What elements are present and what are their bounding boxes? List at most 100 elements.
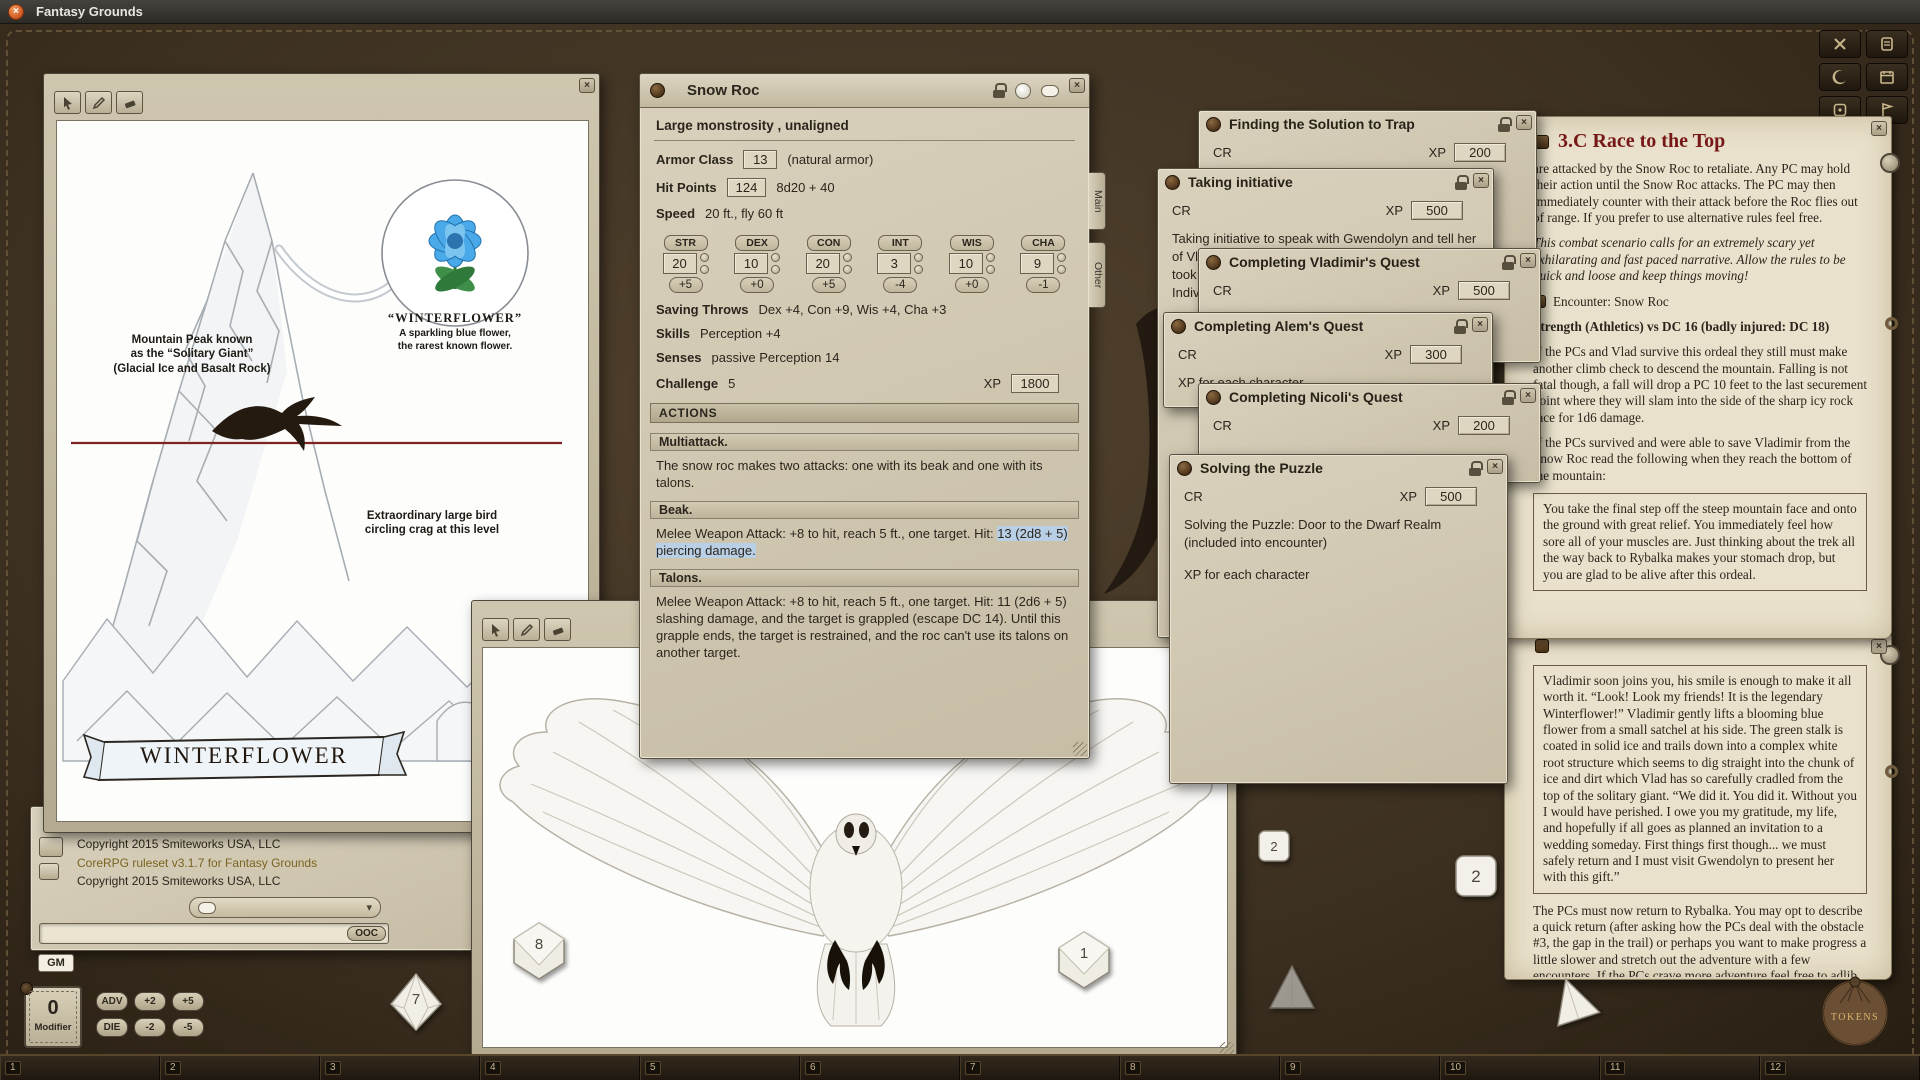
chat-archive-box-icon[interactable] bbox=[39, 837, 63, 857]
lock-icon[interactable] bbox=[1502, 390, 1514, 405]
titlebar-close-button[interactable]: × bbox=[8, 4, 24, 20]
link-icon[interactable] bbox=[1206, 117, 1221, 132]
xp-field[interactable]: 500 bbox=[1458, 281, 1510, 300]
d6-die[interactable]: 2 bbox=[1257, 829, 1291, 868]
lock-icon[interactable] bbox=[1455, 175, 1467, 190]
ability-check-roll-icon[interactable] bbox=[700, 253, 709, 262]
hotkey-slot-7[interactable]: 7 bbox=[960, 1056, 1120, 1080]
d6-die[interactable]: 2 bbox=[1453, 853, 1499, 904]
chat-page-icon[interactable] bbox=[39, 863, 59, 880]
story-link-icon[interactable] bbox=[1535, 639, 1549, 653]
link-icon[interactable] bbox=[1206, 255, 1221, 270]
lock-icon[interactable] bbox=[1498, 117, 1510, 132]
close-icon[interactable]: × bbox=[1472, 317, 1488, 332]
d8-die[interactable]: 8 bbox=[512, 921, 566, 986]
hotkey-slot-4[interactable]: 4 bbox=[480, 1056, 640, 1080]
link-icon[interactable] bbox=[1177, 461, 1192, 476]
ability-check-roll-icon[interactable] bbox=[771, 253, 780, 262]
npc-sheet-header[interactable]: Snow Roc bbox=[640, 74, 1089, 108]
token-slot[interactable] bbox=[1015, 83, 1031, 99]
tab-main[interactable]: Main bbox=[1089, 172, 1106, 230]
close-icon[interactable]: × bbox=[1516, 115, 1532, 130]
ac-field[interactable]: 13 bbox=[743, 150, 777, 169]
ability-save-roll-icon[interactable] bbox=[914, 265, 923, 274]
modifier-box[interactable]: 0 Modifier bbox=[24, 986, 82, 1048]
tab-other[interactable]: Other bbox=[1089, 242, 1106, 308]
hotkey-slot-11[interactable]: 11 bbox=[1600, 1056, 1760, 1080]
d4-die[interactable] bbox=[1266, 962, 1318, 1017]
gm-identity-chip[interactable]: GM bbox=[38, 954, 74, 972]
quest-header[interactable]: Solving the Puzzle bbox=[1170, 455, 1507, 481]
ability-mod[interactable]: -4 bbox=[883, 277, 917, 293]
ooc-button[interactable]: OOC bbox=[347, 926, 386, 941]
ability-save-roll-icon[interactable] bbox=[1057, 265, 1066, 274]
ability-score[interactable]: 3 bbox=[877, 253, 911, 274]
quest-header[interactable]: Completing Vladimir's Quest bbox=[1199, 249, 1540, 275]
d8-die[interactable]: 1 bbox=[1057, 930, 1111, 995]
quest-header[interactable]: Completing Alem's Quest bbox=[1164, 313, 1492, 339]
quest-header[interactable]: Finding the Solution to Trap bbox=[1199, 111, 1536, 137]
quest-header[interactable]: Completing Nicoli's Quest bbox=[1199, 384, 1540, 410]
close-icon[interactable]: × bbox=[1487, 459, 1503, 474]
hotkey-slot-1[interactable]: 1 bbox=[0, 1056, 160, 1080]
close-icon[interactable]: × bbox=[1473, 173, 1489, 188]
quest-header[interactable]: Taking initiative bbox=[1158, 169, 1493, 195]
d10-die[interactable]: 7 bbox=[388, 972, 444, 1037]
die-button[interactable]: DIE bbox=[96, 1018, 128, 1037]
story-link-icon[interactable] bbox=[1535, 135, 1549, 149]
minus2-button[interactable]: -2 bbox=[134, 1018, 166, 1037]
tokens-bag[interactable]: TOKENS bbox=[1818, 973, 1892, 1047]
link-icon[interactable] bbox=[1206, 390, 1221, 405]
link-icon[interactable] bbox=[1171, 319, 1186, 334]
lock-icon[interactable] bbox=[1454, 319, 1466, 334]
pencil-tool-icon[interactable] bbox=[85, 91, 112, 114]
adv-button[interactable]: ADV bbox=[96, 992, 128, 1011]
ability-mod[interactable]: -1 bbox=[1026, 277, 1060, 293]
pencil-tool-icon[interactable] bbox=[513, 618, 540, 641]
pointer-tool-icon[interactable] bbox=[54, 91, 81, 114]
ability-mod[interactable]: +0 bbox=[955, 277, 989, 293]
hotkey-slot-5[interactable]: 5 bbox=[640, 1056, 800, 1080]
ability-check-roll-icon[interactable] bbox=[1057, 253, 1066, 262]
ability-save-roll-icon[interactable] bbox=[843, 265, 852, 274]
resize-grip[interactable] bbox=[1073, 742, 1087, 756]
modifier-gear-icon[interactable] bbox=[20, 982, 33, 995]
lock-icon[interactable] bbox=[1469, 461, 1481, 476]
minus5-button[interactable]: -5 bbox=[172, 1018, 204, 1037]
eraser-tool-icon[interactable] bbox=[116, 91, 143, 114]
ability-score[interactable]: 20 bbox=[663, 253, 697, 274]
calendar-icon[interactable] bbox=[1866, 63, 1908, 91]
encounter-link[interactable]: Encounter: Snow Roc bbox=[1553, 294, 1669, 310]
close-icon[interactable]: × bbox=[1520, 253, 1536, 268]
moon-icon[interactable] bbox=[1819, 63, 1861, 91]
plus2-button[interactable]: +2 bbox=[134, 992, 166, 1011]
close-icon[interactable]: × bbox=[579, 78, 595, 93]
ability-score[interactable]: 9 bbox=[1020, 253, 1054, 274]
xp-field[interactable]: 300 bbox=[1410, 345, 1462, 364]
ability-check-roll-icon[interactable] bbox=[914, 253, 923, 262]
chat-input[interactable]: OOC bbox=[39, 923, 389, 944]
hotkey-slot-9[interactable]: 9 bbox=[1280, 1056, 1440, 1080]
xp-field[interactable]: 200 bbox=[1454, 143, 1506, 162]
challenge-value[interactable]: 5 bbox=[728, 376, 735, 391]
plus5-button[interactable]: +5 bbox=[172, 992, 204, 1011]
scroll-wheel[interactable] bbox=[1880, 153, 1900, 173]
lock-icon[interactable] bbox=[1502, 255, 1514, 270]
hotkey-slot-3[interactable]: 3 bbox=[320, 1056, 480, 1080]
xp-field[interactable]: 200 bbox=[1458, 416, 1510, 435]
xp-field[interactable]: 500 bbox=[1411, 201, 1463, 220]
hotkey-slot-2[interactable]: 2 bbox=[160, 1056, 320, 1080]
ability-check-roll-icon[interactable] bbox=[843, 253, 852, 262]
ability-mod[interactable]: +5 bbox=[812, 277, 846, 293]
lock-icon[interactable] bbox=[993, 83, 1005, 98]
ability-score[interactable]: 10 bbox=[734, 253, 768, 274]
ability-mod[interactable]: +5 bbox=[669, 277, 703, 293]
ability-save-roll-icon[interactable] bbox=[771, 265, 780, 274]
ability-check-roll-icon[interactable] bbox=[986, 253, 995, 262]
ability-save-roll-icon[interactable] bbox=[700, 265, 709, 274]
hp-formula[interactable]: 8d20 + 40 bbox=[776, 180, 834, 195]
scroll-icon[interactable] bbox=[1866, 30, 1908, 58]
close-icon[interactable]: × bbox=[1871, 121, 1887, 136]
hp-field[interactable]: 124 bbox=[727, 178, 767, 197]
ability-score[interactable]: 20 bbox=[806, 253, 840, 274]
